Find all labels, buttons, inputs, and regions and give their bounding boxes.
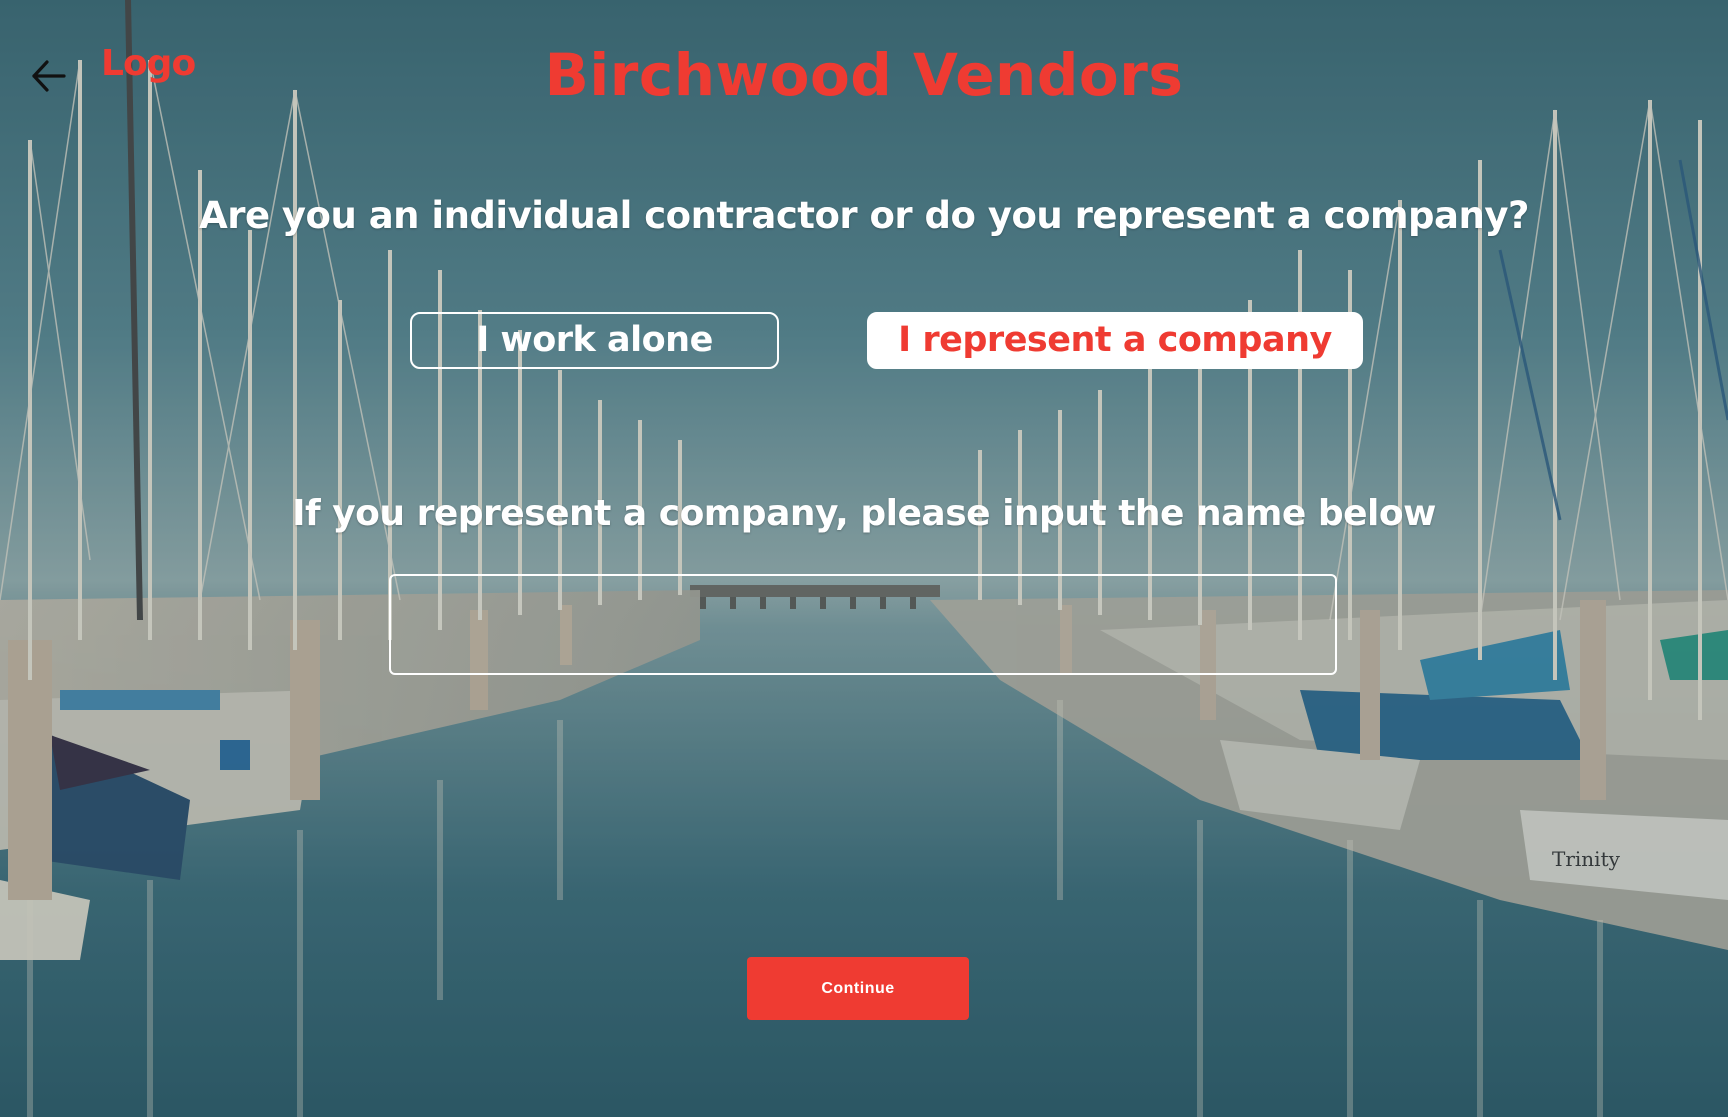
continue-button[interactable]: Continue: [747, 957, 969, 1020]
vendor-signup-page: Trinity Logo Birchwood Vendors Are you a…: [0, 0, 1728, 1117]
contractor-type-question: Are you an individual contractor or do y…: [199, 194, 1529, 237]
company-name-input[interactable]: [389, 574, 1337, 675]
work-alone-option-button[interactable]: I work alone: [410, 312, 779, 369]
company-name-prompt: If you represent a company, please input…: [292, 493, 1436, 534]
marina-background-image: Trinity: [0, 0, 1728, 1117]
represent-company-option-button[interactable]: I represent a company: [867, 312, 1363, 369]
page-title: Birchwood Vendors: [544, 41, 1184, 109]
